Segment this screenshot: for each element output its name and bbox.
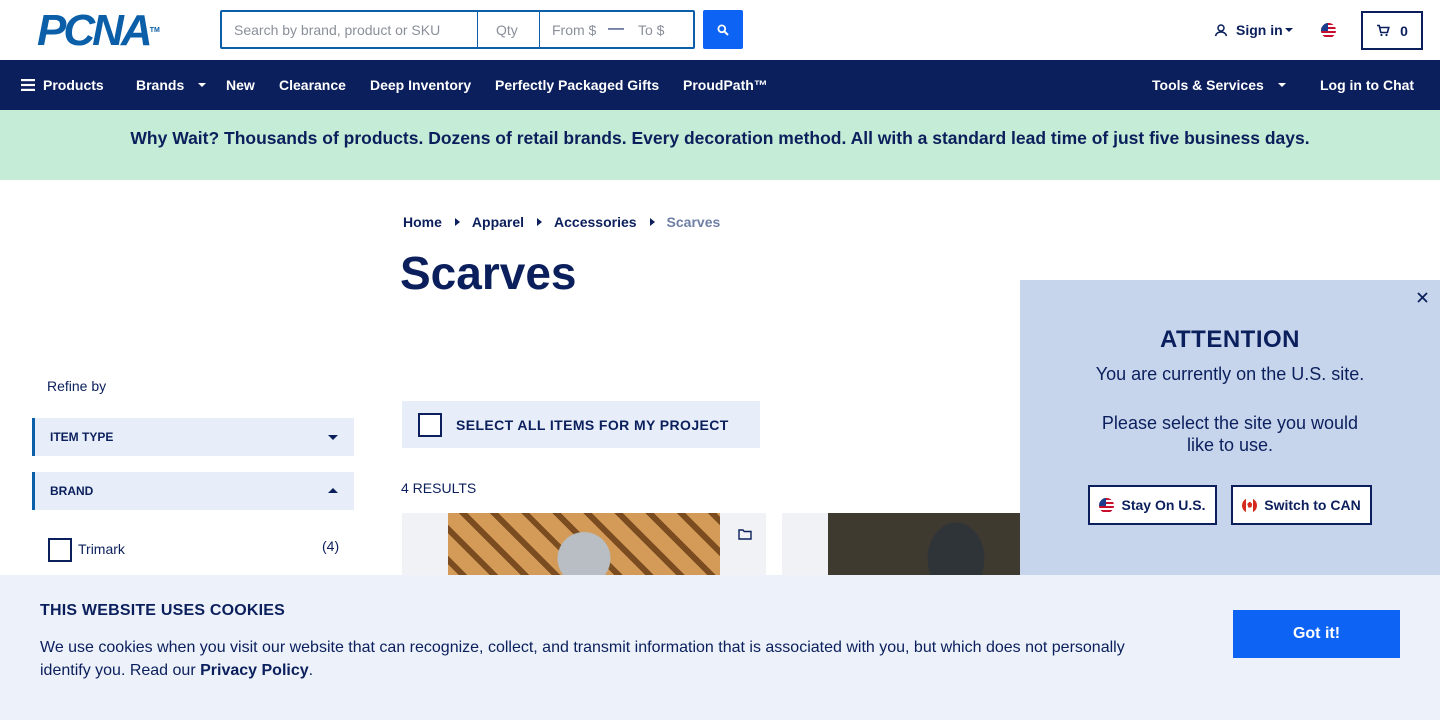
- nav-new[interactable]: New: [226, 77, 255, 93]
- facet-item-type-label: ITEM TYPE: [50, 430, 114, 444]
- brand-trimark-count: (4): [322, 538, 340, 554]
- menu-icon: [21, 79, 35, 91]
- chevron-down-icon: [198, 83, 207, 87]
- nav-gifts[interactable]: Perfectly Packaged Gifts: [495, 77, 659, 93]
- cart-icon: [1377, 24, 1390, 37]
- search-icon: [717, 24, 729, 36]
- nav-proudpath-label: ProudPath™: [683, 77, 768, 93]
- main-nav: Products Brands New Clearance Deep Inven…: [0, 60, 1440, 110]
- nav-clearance-label: Clearance: [279, 77, 346, 93]
- breadcrumb-accessories[interactable]: Accessories: [554, 214, 637, 230]
- sign-in-link[interactable]: Sign in: [1214, 22, 1293, 38]
- cart-count: 0: [1400, 22, 1408, 39]
- cookie-banner: THIS WEBSITE USES COOKIES We use cookies…: [0, 575, 1440, 720]
- price-from-input[interactable]: [540, 12, 606, 47]
- us-flag-icon: [1099, 497, 1115, 513]
- sign-in-label: Sign in: [1236, 22, 1283, 38]
- breadcrumb-apparel[interactable]: Apparel: [472, 214, 524, 230]
- close-icon[interactable]: [1417, 292, 1428, 303]
- cookie-title: THIS WEBSITE USES COOKIES: [40, 602, 286, 619]
- nav-chat-login[interactable]: Log in to Chat: [1320, 77, 1414, 93]
- select-all-checkbox[interactable]: [418, 412, 442, 437]
- chevron-up-icon: [328, 488, 338, 493]
- promo-text: Why Wait? Thousands of products. Dozens …: [130, 128, 1310, 148]
- pcna-logo[interactable]: PCNATM: [37, 9, 160, 53]
- breadcrumb: Home Apparel Accessories Scarves: [403, 214, 720, 230]
- breadcrumb-separator-icon: [537, 218, 543, 226]
- cookie-text: We use cookies when you visit our websit…: [40, 636, 1150, 682]
- brand-trimark-label: Trimark: [78, 541, 125, 557]
- privacy-policy-link[interactable]: Privacy Policy: [200, 662, 309, 679]
- select-all-button[interactable]: SELECT ALL ITEMS FOR MY PROJECT: [402, 401, 760, 448]
- chevron-down-icon: [1284, 28, 1293, 32]
- chevron-down-icon: [328, 435, 338, 440]
- chevron-down-icon: [1277, 83, 1286, 87]
- nav-gifts-label: Perfectly Packaged Gifts: [495, 77, 660, 93]
- canada-flag-icon: [1242, 497, 1258, 513]
- nav-chat-label: Log in to Chat: [1320, 77, 1415, 93]
- promo-banner: Why Wait? Thousands of products. Dozens …: [0, 110, 1440, 180]
- price-range-dash: —: [608, 20, 624, 37]
- brand-trimark-checkbox[interactable]: [48, 538, 72, 562]
- site-header: PCNATM — Sign in 0: [0, 0, 1440, 60]
- nav-deep-inventory-label: Deep Inventory: [370, 77, 472, 93]
- nav-tools-services[interactable]: Tools & Services: [1152, 77, 1286, 93]
- stay-on-us-label: Stay On U.S.: [1121, 497, 1206, 513]
- nav-proudpath[interactable]: ProudPath™: [683, 77, 768, 93]
- breadcrumb-home[interactable]: Home: [403, 214, 442, 230]
- results-count: 4 RESULTS: [401, 480, 477, 496]
- search-input[interactable]: [222, 12, 478, 47]
- nav-deep-inventory[interactable]: Deep Inventory: [370, 77, 471, 93]
- site-selector-popup: ATTENTION You are currently on the U.S. …: [1020, 280, 1440, 580]
- cookie-period: .: [308, 662, 314, 679]
- breadcrumb-separator-icon: [454, 218, 460, 226]
- facet-item-type[interactable]: ITEM TYPE: [32, 418, 354, 456]
- logo-tm: TM: [149, 27, 160, 34]
- nav-clearance[interactable]: Clearance: [279, 77, 346, 93]
- stay-on-us-button[interactable]: Stay On U.S.: [1088, 485, 1217, 525]
- nav-tools-label: Tools & Services: [1152, 77, 1264, 93]
- cookie-accept-button[interactable]: Got it!: [1233, 610, 1400, 658]
- attention-current-site: You are currently on the U.S. site.: [1095, 364, 1365, 384]
- breadcrumb-current: Scarves: [666, 214, 721, 230]
- switch-to-can-label: Switch to CAN: [1264, 497, 1361, 513]
- nav-new-label: New: [226, 77, 255, 93]
- nav-brands-label: Brands: [136, 77, 185, 93]
- page-title: Scarves: [400, 247, 577, 299]
- price-to-input[interactable]: [626, 12, 692, 47]
- search-button[interactable]: [703, 10, 743, 49]
- nav-products[interactable]: Products: [21, 77, 104, 93]
- facet-brand-label: BRAND: [50, 484, 94, 498]
- nav-brands[interactable]: Brands: [136, 77, 207, 93]
- nav-products-label: Products: [43, 77, 104, 93]
- cart-button[interactable]: 0: [1361, 11, 1423, 50]
- user-icon: [1214, 24, 1228, 37]
- refine-label: Refine by: [47, 378, 107, 394]
- brand-filter-trimark[interactable]: Trimark (4): [48, 537, 340, 562]
- attention-instruction: Please select the site you would like to…: [1101, 413, 1359, 455]
- switch-to-can-button[interactable]: Switch to CAN: [1231, 485, 1372, 525]
- logo-text: PCNA: [37, 6, 153, 55]
- search-bar: —: [220, 10, 695, 49]
- select-all-label: SELECT ALL ITEMS FOR MY PROJECT: [456, 416, 729, 433]
- qty-input[interactable]: [478, 12, 540, 47]
- folder-icon[interactable]: [738, 529, 752, 540]
- attention-title: ATTENTION: [1159, 326, 1301, 353]
- breadcrumb-separator-icon: [649, 218, 655, 226]
- us-flag-icon[interactable]: [1321, 23, 1336, 38]
- facet-brand[interactable]: BRAND: [32, 472, 354, 510]
